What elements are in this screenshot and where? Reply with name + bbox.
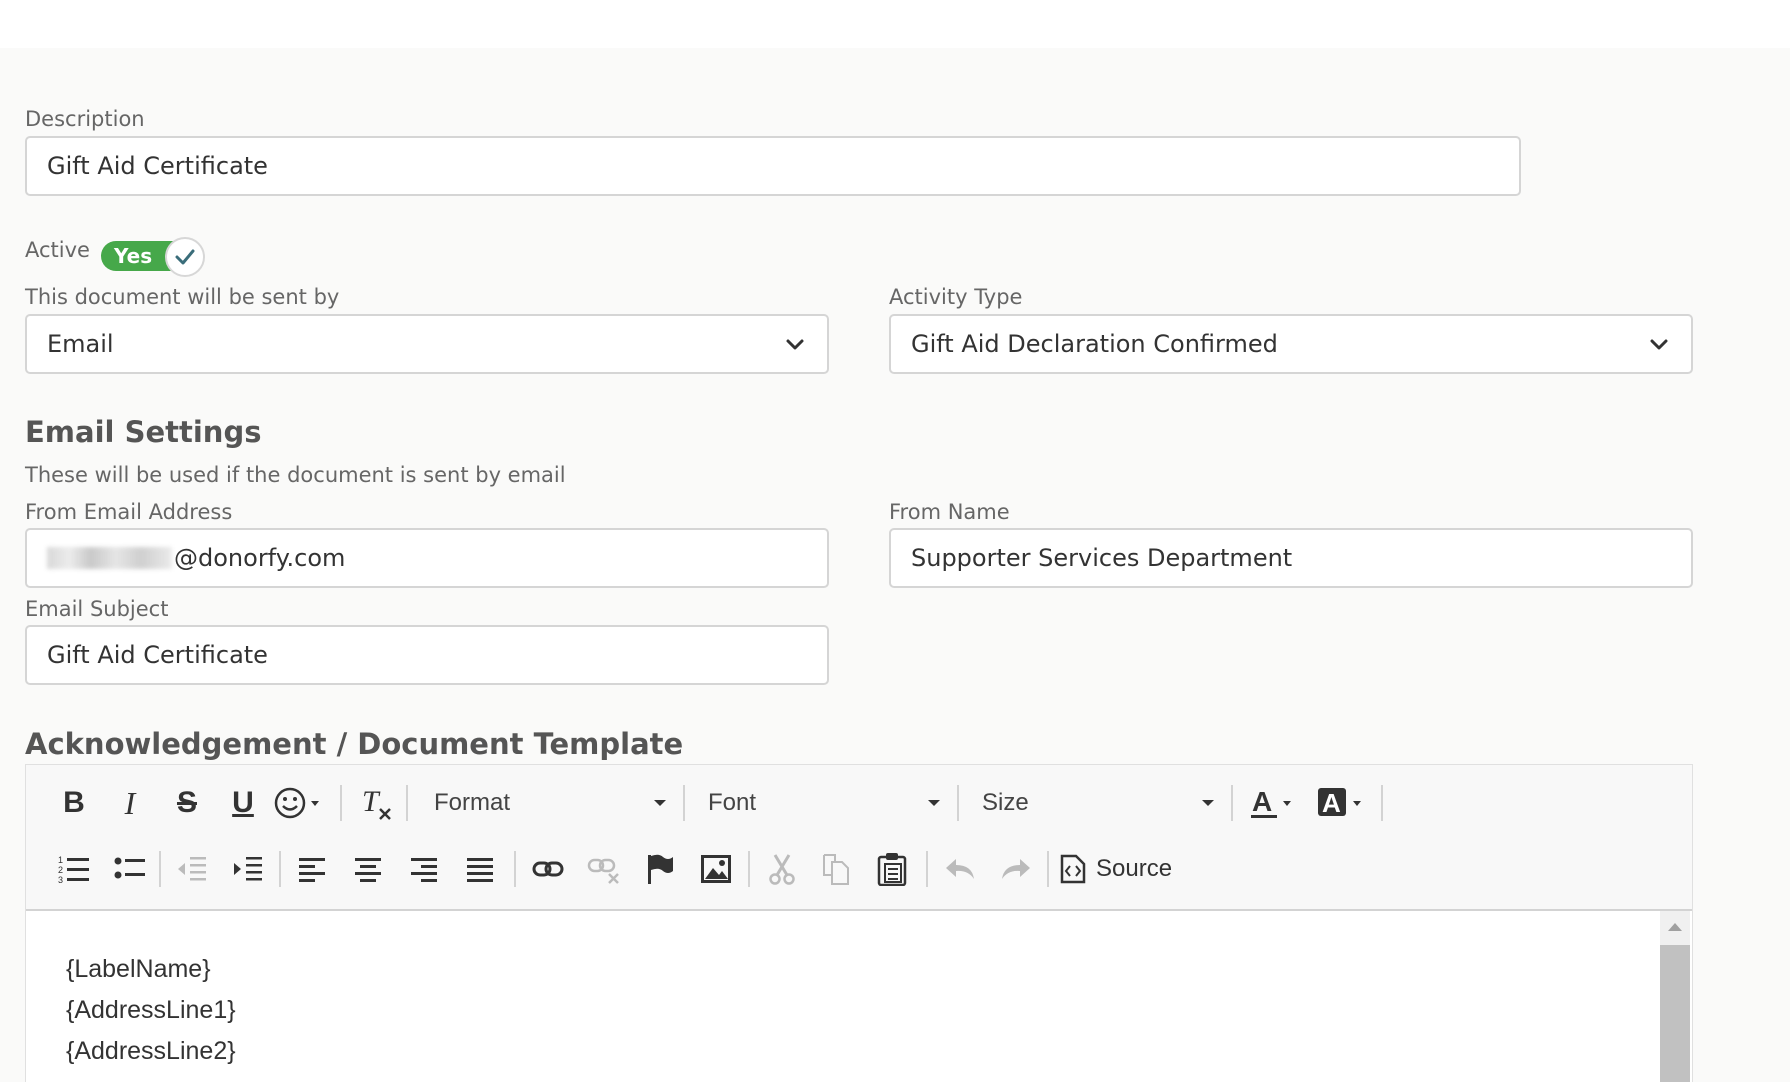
align-right-icon[interactable]: [404, 849, 444, 889]
content-line: {AddressLine1}: [66, 996, 236, 1024]
size-label: Size: [982, 789, 1029, 816]
svg-text:1: 1: [58, 855, 63, 865]
email-settings-heading: Email Settings: [25, 415, 262, 449]
svg-text:T: T: [362, 785, 381, 818]
justify-icon[interactable]: [460, 849, 500, 889]
italic-icon[interactable]: I: [110, 783, 150, 823]
top-bar: [0, 0, 1790, 48]
editor-toolbar: B I S U T Format Font Size A A 123 Sourc…: [26, 765, 1692, 911]
copy-icon[interactable]: [816, 849, 856, 889]
toolbar-separator: [159, 851, 161, 887]
outdent-icon[interactable]: [172, 849, 212, 889]
svg-text:2: 2: [58, 865, 63, 875]
email-settings-subtext: These will be used if the document is se…: [25, 463, 566, 487]
activity-type-value: Gift Aid Declaration Confirmed: [911, 330, 1278, 358]
description-input[interactable]: Gift Aid Certificate: [25, 136, 1521, 196]
rich-text-editor: B I S U T Format Font Size A A 123 Sourc…: [25, 764, 1693, 1082]
underline-icon[interactable]: U: [223, 783, 263, 823]
dropdown-arrow-icon: [928, 800, 940, 806]
paste-icon[interactable]: [872, 849, 912, 889]
content-line: {AddressLine2}: [66, 1037, 236, 1065]
chevron-down-icon: [786, 339, 804, 350]
emoji-icon[interactable]: [272, 783, 328, 823]
active-label: Active: [25, 238, 90, 262]
active-toggle[interactable]: Yes: [101, 237, 206, 277]
text-color-icon[interactable]: A: [1248, 783, 1304, 823]
image-icon[interactable]: [696, 849, 736, 889]
cut-icon[interactable]: [762, 849, 802, 889]
from-name-label: From Name: [889, 500, 1010, 524]
toolbar-separator: [1047, 851, 1049, 887]
activity-type-label: Activity Type: [889, 285, 1023, 309]
source-icon: [1060, 854, 1086, 884]
dropdown-arrow-icon: [654, 800, 666, 806]
activity-type-select[interactable]: Gift Aid Declaration Confirmed: [889, 314, 1693, 374]
background-color-icon[interactable]: A: [1316, 783, 1372, 823]
toggle-yes-text: Yes: [114, 244, 153, 268]
sent-by-select[interactable]: Email: [25, 314, 829, 374]
toolbar-separator: [406, 785, 408, 821]
scrollbar-thumb[interactable]: [1660, 945, 1690, 1082]
from-name-input[interactable]: Supporter Services Department: [889, 528, 1693, 588]
from-email-label: From Email Address: [25, 500, 233, 524]
from-email-input[interactable]: @donorfy.com: [25, 528, 829, 588]
toolbar-separator: [748, 851, 750, 887]
toolbar-separator: [957, 785, 959, 821]
content-line: {LabelName}: [66, 955, 211, 983]
font-dropdown[interactable]: Font: [708, 783, 940, 823]
toolbar-separator: [514, 851, 516, 887]
indent-icon[interactable]: [228, 849, 268, 889]
anchor-flag-icon[interactable]: [640, 849, 680, 889]
email-subject-label: Email Subject: [25, 597, 169, 621]
bold-icon[interactable]: B: [54, 783, 94, 823]
unlink-icon[interactable]: [584, 849, 624, 889]
link-icon[interactable]: [528, 849, 568, 889]
chevron-down-icon: [1650, 339, 1668, 350]
editor-content[interactable]: {LabelName} {AddressLine1} {AddressLine2…: [26, 911, 1692, 1082]
svg-text:3: 3: [58, 875, 63, 885]
format-label: Format: [434, 789, 511, 816]
remove-format-icon[interactable]: T: [356, 783, 396, 823]
bulleted-list-icon[interactable]: [110, 849, 150, 889]
toggle-knob: [165, 237, 205, 277]
description-label: Description: [25, 107, 145, 131]
sent-by-value: Email: [47, 330, 114, 358]
svg-text:A: A: [1252, 786, 1272, 817]
undo-icon[interactable]: [940, 849, 980, 889]
editor-scrollbar[interactable]: [1660, 911, 1690, 1082]
toolbar-separator: [1381, 785, 1383, 821]
toolbar-separator: [279, 851, 281, 887]
redo-icon[interactable]: [996, 849, 1036, 889]
source-label: Source: [1096, 855, 1173, 882]
template-heading: Acknowledgement / Document Template: [25, 727, 684, 761]
from-email-value: @donorfy.com: [174, 544, 346, 572]
align-left-icon[interactable]: [292, 849, 332, 889]
size-dropdown[interactable]: Size: [982, 783, 1214, 823]
source-button[interactable]: Source: [1060, 849, 1200, 889]
strikethrough-icon[interactable]: S: [167, 783, 207, 823]
format-dropdown[interactable]: Format: [434, 783, 666, 823]
align-center-icon[interactable]: [348, 849, 388, 889]
scroll-up-icon[interactable]: [1668, 923, 1682, 931]
toolbar-separator: [926, 851, 928, 887]
dropdown-arrow-icon: [1202, 800, 1214, 806]
check-icon: [175, 249, 195, 265]
toolbar-separator: [340, 785, 342, 821]
svg-text:A: A: [1322, 788, 1341, 818]
font-label: Font: [708, 789, 757, 816]
toolbar-separator: [1231, 785, 1233, 821]
numbered-list-icon[interactable]: 123: [54, 849, 94, 889]
email-subject-input[interactable]: Gift Aid Certificate: [25, 625, 829, 685]
sent-by-label: This document will be sent by: [25, 285, 340, 309]
redacted-email-prefix: [47, 547, 172, 569]
toolbar-separator: [683, 785, 685, 821]
